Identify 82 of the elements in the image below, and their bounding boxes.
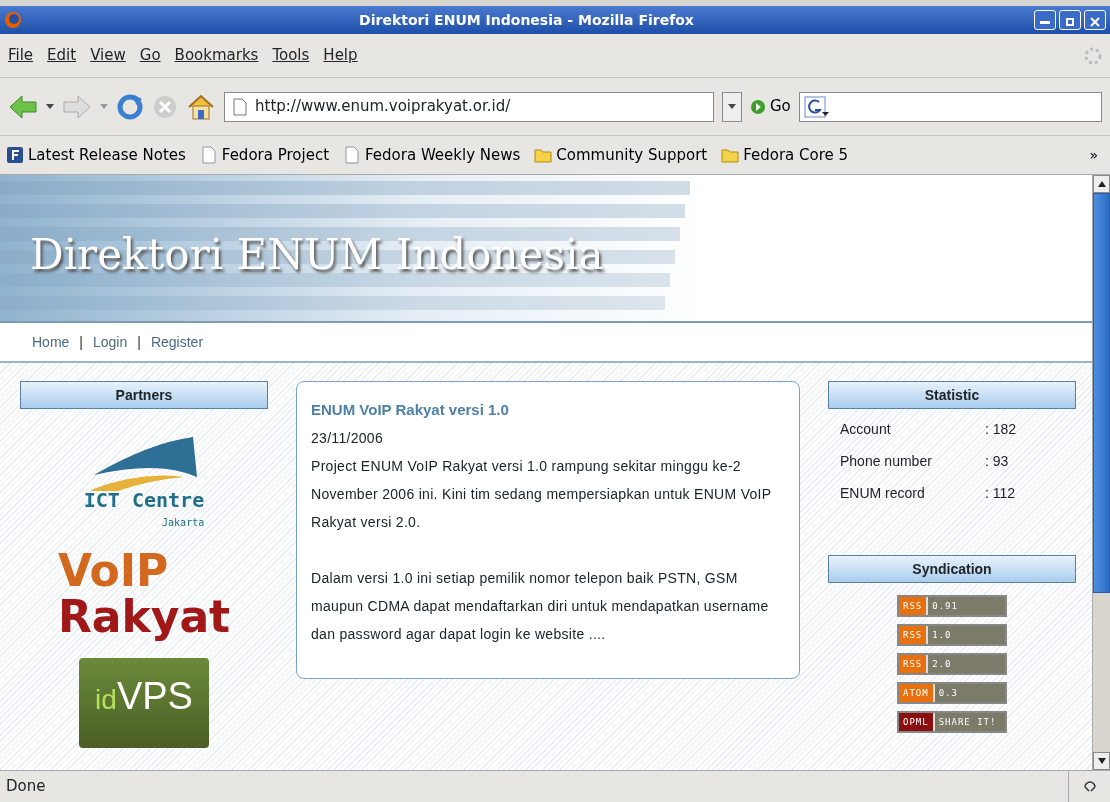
bookmark-link[interactable]: Fedora Core 5 — [721, 143, 849, 167]
feed-badge-label: RSS — [899, 626, 927, 644]
reload-icon[interactable] — [116, 92, 144, 121]
page-icon — [233, 97, 247, 116]
ict-centre-logo[interactable]: ICT Centre Jakarta — [83, 435, 205, 530]
close-icon — [1090, 17, 1100, 27]
feed-badge-version: 1.0 — [926, 626, 956, 644]
window-title: Direktori ENUM Indonesia - Mozilla Firefox — [358, 10, 695, 30]
url-field[interactable]: http://www.enum.voiprakyat.or.id/ — [224, 91, 714, 122]
stat-label: Account — [840, 420, 892, 439]
back-arrow-icon[interactable] — [8, 93, 38, 120]
arrow-down-icon — [1097, 758, 1106, 764]
maximize-button[interactable] — [1059, 10, 1081, 30]
minimize-button[interactable] — [1034, 10, 1056, 30]
firefox-icon — [4, 11, 22, 29]
stat-label: ENUM record — [840, 484, 926, 503]
feed-badge-version: SHARE IT! — [932, 713, 1001, 731]
search-engine-icon — [803, 95, 830, 118]
stat-value: : 112 — [985, 484, 1016, 503]
more-bookmarks-button[interactable]: » — [1083, 144, 1104, 166]
feed-badge-version: 2.0 — [926, 655, 956, 673]
idvps-logo[interactable]: idVPS — [79, 658, 209, 748]
nav-link[interactable]: Register — [150, 331, 204, 353]
news-date: 23/11/2006 — [311, 429, 385, 448]
folder-icon — [534, 146, 553, 164]
scroll-up-button[interactable] — [1093, 175, 1110, 193]
nav-link[interactable]: Login — [93, 331, 128, 353]
scrollbar-thumb[interactable] — [1093, 193, 1110, 593]
section-header: Statistic — [828, 381, 1076, 409]
feed-badge-label: ATOM — [899, 684, 933, 702]
feed-badge[interactable]: OPML SHARE IT! — [897, 711, 1007, 733]
feed-badge[interactable]: RSS 0.91 — [897, 595, 1007, 617]
feed-badge-version: 0.3 — [932, 684, 962, 702]
menu-item[interactable]: Go — [139, 44, 161, 67]
news-paragraph: Dalam versi 1.0 ini setiap pemilik nomor telepon baik PSTN, GSM maupun CDMA dapat mendaftarkan diri untuk mendapatkan username dan password agar dapat login ke website .... — [311, 569, 770, 644]
go-icon — [750, 98, 766, 115]
arrow-up-icon — [1097, 181, 1106, 187]
section-header: Syndication — [828, 555, 1076, 583]
folder-icon — [721, 146, 740, 164]
nav-link[interactable]: Home — [32, 331, 70, 353]
feed-badge-label: RSS — [899, 597, 927, 615]
menu-item[interactable]: Edit — [47, 44, 77, 67]
dropdown-button[interactable] — [722, 91, 742, 122]
banner-title: Direktori ENUM Indonesia — [30, 229, 604, 281]
caret-icon[interactable] — [46, 103, 54, 110]
separator: | — [137, 332, 141, 352]
menu-item[interactable]: View — [90, 44, 126, 67]
bookmark-link[interactable]: Community Support — [534, 143, 708, 167]
feed-badge[interactable]: ATOM 0.3 — [897, 682, 1007, 704]
stat-value: : 182 — [985, 420, 1017, 439]
status-text: Done — [5, 776, 47, 798]
bookmark-link[interactable]: Latest Release Notes — [6, 143, 186, 167]
news-paragraph: Project ENUM VoIP Rakyat versi 1.0 rampung sekitar minggu ke-2 November 2006 ini. Kini tim sedang mempersiapkan untuk ENUM VoIP Rakyat versi 2.0. — [311, 457, 773, 532]
feed-badge-version: 0.91 — [926, 597, 962, 615]
bookmark-link[interactable]: Fedora Weekly News — [343, 143, 521, 167]
section-header: Partners — [20, 381, 268, 409]
home-icon[interactable] — [186, 92, 216, 121]
scroll-down-button[interactable] — [1093, 752, 1110, 770]
voip-rakyat-logo[interactable]: VoIP Rakyat — [57, 548, 231, 640]
go-button[interactable]: Go — [750, 95, 791, 118]
stat-value: : 93 — [985, 452, 1009, 471]
feed-badge-label: OPML — [899, 713, 933, 731]
feed-icon — [6, 146, 24, 164]
bookmark-link[interactable]: Fedora Project — [199, 143, 329, 167]
stat-label: Phone number — [840, 452, 933, 471]
feed-badge-label: RSS — [899, 655, 927, 673]
news-title[interactable]: ENUM VoIP Rakyat versi 1.0 — [311, 396, 785, 424]
close-button[interactable] — [1084, 10, 1106, 30]
page-icon — [199, 146, 218, 164]
feed-badge[interactable]: RSS 1.0 — [897, 624, 1007, 646]
menu-item[interactable]: File — [8, 44, 34, 67]
caret-icon — [728, 103, 736, 110]
menu-item[interactable]: Tools — [272, 44, 310, 67]
throbber-icon — [1084, 46, 1102, 65]
feed-badge[interactable]: RSS 2.0 — [897, 653, 1007, 675]
minimize-icon — [1040, 20, 1050, 24]
separator: | — [79, 332, 83, 352]
menu-item[interactable]: Help — [323, 44, 358, 67]
page-icon — [343, 146, 361, 164]
menu-item[interactable]: Bookmarks — [174, 44, 259, 67]
search-field[interactable] — [798, 91, 1102, 122]
maximize-icon — [1065, 17, 1075, 27]
